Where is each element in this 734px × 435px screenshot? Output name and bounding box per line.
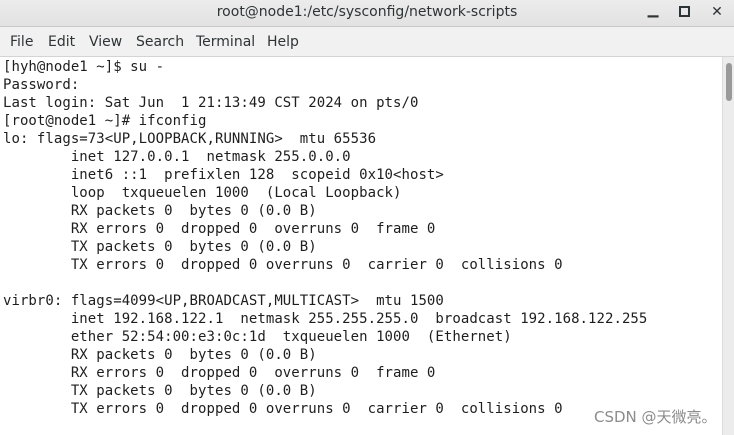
terminal-line: RX errors 0 dropped 0 overruns 0 frame 0 bbox=[3, 221, 436, 237]
watermark: CSDN @天微亮。 bbox=[594, 408, 717, 426]
maximize-button[interactable] bbox=[673, 2, 695, 22]
maximize-icon bbox=[678, 5, 690, 17]
terminal-line: TX errors 0 dropped 0 overruns 0 carrier… bbox=[3, 257, 563, 273]
terminal-line: RX packets 0 bytes 0 (0.0 B) bbox=[3, 347, 317, 363]
terminal-line: [hyh@node1 ~]$ su - bbox=[3, 59, 165, 75]
menu-bar: File Edit View Search Terminal Help bbox=[0, 27, 734, 57]
terminal-output[interactable]: [hyh@node1 ~]$ su - Password: Last login… bbox=[0, 57, 722, 435]
terminal-line: inet 192.168.122.1 netmask 255.255.255.0… bbox=[3, 311, 648, 327]
menu-help[interactable]: Help bbox=[267, 27, 299, 56]
menu-edit[interactable]: Edit bbox=[48, 27, 75, 56]
terminal-line: lo: flags=73<UP,LOOPBACK,RUNNING> mtu 65… bbox=[3, 131, 377, 147]
terminal-line: [root@node1 ~]# ifconfig bbox=[3, 113, 207, 129]
terminal-line: inet 127.0.0.1 netmask 255.0.0.0 bbox=[3, 149, 351, 165]
menu-file[interactable]: File bbox=[10, 27, 33, 56]
terminal-line: Password: bbox=[3, 77, 80, 93]
terminal-line: ether 52:54:00:e3:0c:1d txqueuelen 1000 … bbox=[3, 329, 512, 345]
terminal-line: loop txqueuelen 1000 (Local Loopback) bbox=[3, 185, 402, 201]
scrollbar-thumb[interactable] bbox=[726, 63, 732, 101]
terminal-line: TX errors 0 dropped 0 overruns 0 carrier… bbox=[3, 401, 563, 417]
menu-search[interactable]: Search bbox=[136, 27, 184, 56]
terminal-window: root@node1:/etc/sysconfig/network-script… bbox=[0, 0, 734, 435]
terminal-line: inet6 ::1 prefixlen 128 scopeid 0x10<hos… bbox=[3, 167, 444, 183]
terminal-lines: [hyh@node1 ~]$ su - Password: Last login… bbox=[0, 58, 647, 418]
terminal-line: virbr0: flags=4099<UP,BROADCAST,MULTICAS… bbox=[3, 293, 444, 309]
menu-view[interactable]: View bbox=[89, 27, 122, 56]
terminal-line: TX packets 0 bytes 0 (0.0 B) bbox=[3, 239, 317, 255]
terminal-line: RX packets 0 bytes 0 (0.0 B) bbox=[3, 203, 317, 219]
terminal-line: Last login: Sat Jun 1 21:13:49 CST 2024 … bbox=[3, 95, 419, 111]
title-bar[interactable]: root@node1:/etc/sysconfig/network-script… bbox=[0, 0, 734, 27]
vertical-scrollbar[interactable] bbox=[722, 57, 734, 435]
terminal-line: RX errors 0 dropped 0 overruns 0 frame 0 bbox=[3, 365, 436, 381]
menu-terminal[interactable]: Terminal bbox=[196, 27, 255, 56]
minimize-button[interactable]: ▁ bbox=[642, 2, 664, 22]
terminal-line: TX packets 0 bytes 0 (0.0 B) bbox=[3, 383, 317, 399]
window-title: root@node1:/etc/sysconfig/network-script… bbox=[216, 4, 518, 20]
close-button[interactable]: ✕ bbox=[706, 2, 728, 22]
